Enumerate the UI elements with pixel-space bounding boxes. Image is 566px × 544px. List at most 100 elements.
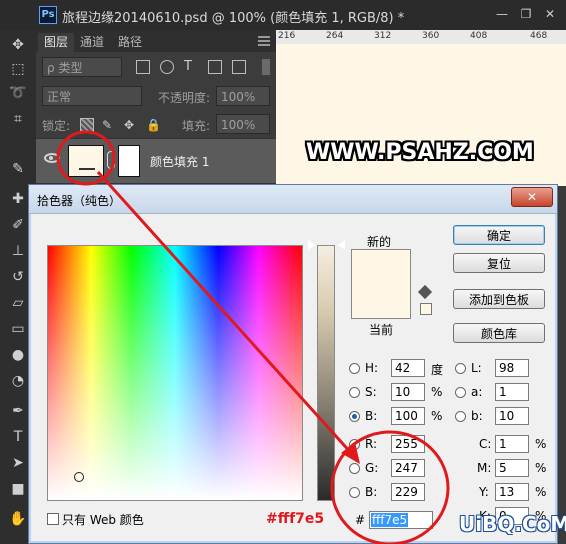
layer-mask-thumbnail[interactable] xyxy=(118,145,140,177)
rectangle-tool-icon[interactable]: ■ xyxy=(8,480,28,498)
b-brightness-input[interactable]: 100 xyxy=(391,407,425,425)
web-safe-swatch[interactable] xyxy=(420,303,432,315)
hue-slider[interactable] xyxy=(317,245,335,501)
image-filter-icon[interactable] xyxy=(136,60,150,74)
lasso-tool-icon[interactable]: ➰ xyxy=(8,84,28,102)
current-color-swatch[interactable] xyxy=(352,284,410,318)
c-input[interactable]: 1 xyxy=(495,435,529,453)
dialog-close-button[interactable]: ✕ xyxy=(511,187,553,207)
type-filter-icon[interactable]: T xyxy=(184,60,198,74)
path-select-icon[interactable]: ➤ xyxy=(8,454,28,472)
hex-input[interactable]: fff7e5 xyxy=(369,511,433,529)
dodge-tool-icon[interactable]: ◔ xyxy=(8,372,28,390)
crop-tool-icon[interactable]: ⌗ xyxy=(8,110,28,128)
smart-object-filter-icon[interactable] xyxy=(232,60,246,74)
radio-a[interactable] xyxy=(455,387,466,398)
shape-filter-icon[interactable] xyxy=(208,60,222,74)
radio-h[interactable] xyxy=(349,363,360,374)
type-tool-icon[interactable]: T xyxy=(8,428,28,446)
slider-left-arrow-icon[interactable] xyxy=(308,240,315,250)
ok-button[interactable]: 确定 xyxy=(453,225,545,245)
h-label: H: xyxy=(365,361,379,375)
fill-layer-thumbnail[interactable] xyxy=(68,145,104,177)
move-tool-icon[interactable]: ✥ xyxy=(8,36,28,54)
y-input[interactable]: 13 xyxy=(495,483,529,501)
g-label: G: xyxy=(365,461,379,475)
color-field-cursor[interactable] xyxy=(74,472,84,482)
y-label: Y: xyxy=(479,485,489,499)
radio-l[interactable] xyxy=(455,363,466,374)
opacity-label: 不透明度: xyxy=(158,91,211,105)
layer-name[interactable]: 颜色填充 1 xyxy=(150,153,209,170)
filter-toggle[interactable] xyxy=(262,59,270,75)
lock-position-icon[interactable]: ✥ xyxy=(124,118,138,132)
document-canvas[interactable]: WWW.PSAHZ.COM xyxy=(276,44,566,186)
tab-channels[interactable]: 通道 xyxy=(74,33,110,52)
s-input[interactable]: 10 xyxy=(391,383,425,401)
r-input[interactable]: 255 xyxy=(391,435,425,453)
l-input[interactable]: 98 xyxy=(495,359,529,377)
g-input[interactable]: 247 xyxy=(391,459,425,477)
l-label: L: xyxy=(471,361,482,375)
adjustment-filter-icon[interactable] xyxy=(160,60,174,74)
r-label: R: xyxy=(365,437,378,451)
h-input[interactable]: 42 xyxy=(391,359,425,377)
a-input[interactable]: 1 xyxy=(495,383,529,401)
filter-label: 类型 xyxy=(58,61,83,75)
panel-menu-icon[interactable] xyxy=(258,36,270,46)
eyedropper-tool-icon[interactable]: ✎ xyxy=(8,160,28,178)
radio-r[interactable] xyxy=(349,439,360,450)
pen-tool-icon[interactable]: ✒ xyxy=(8,402,28,420)
h-unit: 度 xyxy=(431,363,444,377)
web-colors-only-checkbox[interactable] xyxy=(47,513,59,525)
fill-input[interactable]: 100% xyxy=(216,114,270,134)
watermark-text: WWW.PSAHZ.COM xyxy=(306,140,534,165)
lock-all-icon[interactable]: 🔒 xyxy=(146,118,161,132)
layer-row-color-fill[interactable]: 颜色填充 1 xyxy=(36,138,276,184)
lock-transparent-icon[interactable] xyxy=(80,118,94,132)
m-input[interactable]: 5 xyxy=(495,459,529,477)
title-bar: Ps 旅程边缘20140610.psd @ 100% (颜色填充 1, RGB/… xyxy=(0,0,566,30)
hand-tool-icon[interactable]: ✋ xyxy=(8,510,28,528)
radio-g[interactable] xyxy=(349,463,360,474)
stamp-tool-icon[interactable]: ⊥ xyxy=(8,242,28,260)
rgb-b-input[interactable]: 229 xyxy=(391,483,425,501)
add-to-swatches-button[interactable]: 添加到色板 xyxy=(453,289,545,309)
marquee-tool-icon[interactable]: ⬚ xyxy=(8,60,28,78)
layer-filter-select[interactable]: ρ 类型 xyxy=(42,57,122,77)
out-of-gamut-cube-icon[interactable] xyxy=(417,284,433,300)
ruler-tick: 312 xyxy=(374,31,392,41)
healing-tool-icon[interactable]: ✚ xyxy=(8,190,28,208)
hex-annotation: #fff7e5 xyxy=(266,511,325,527)
slider-right-arrow-icon[interactable] xyxy=(338,240,345,250)
minimize-icon[interactable]: — xyxy=(494,6,510,22)
m-label: M: xyxy=(477,461,492,475)
reset-button[interactable]: 复位 xyxy=(453,253,545,273)
rgb-b-label: B: xyxy=(365,485,378,499)
opacity-input[interactable]: 100% xyxy=(216,86,270,106)
tab-paths[interactable]: 路径 xyxy=(112,33,148,52)
tab-layers[interactable]: 图层 xyxy=(38,33,75,52)
gradient-tool-icon[interactable]: ▭ xyxy=(8,320,28,338)
lock-pixels-icon[interactable]: ✎ xyxy=(102,118,116,132)
color-field[interactable] xyxy=(47,245,303,501)
radio-lab-b[interactable] xyxy=(455,411,466,422)
s-label: S: xyxy=(365,385,377,399)
restore-icon[interactable]: ❐ xyxy=(518,6,534,22)
eraser-tool-icon[interactable]: ▱ xyxy=(8,294,28,312)
radio-b-brightness[interactable] xyxy=(349,411,360,422)
blend-mode-select[interactable]: 正常 xyxy=(42,86,142,106)
close-icon[interactable]: ✕ xyxy=(542,6,558,22)
radio-s[interactable] xyxy=(349,387,360,398)
history-brush-icon[interactable]: ↺ xyxy=(8,268,28,286)
blur-tool-icon[interactable]: ● xyxy=(8,346,28,364)
color-libraries-button[interactable]: 颜色库 xyxy=(453,323,545,343)
chain-link-icon[interactable] xyxy=(107,151,115,169)
search-icon: ρ xyxy=(47,61,59,75)
ruler-tick: 468 xyxy=(530,31,548,41)
lab-b-input[interactable]: 10 xyxy=(495,407,529,425)
brush-tool-icon[interactable]: ✐ xyxy=(8,216,28,234)
dialog-title: 拾色器（纯色） xyxy=(37,194,122,208)
radio-rgb-b[interactable] xyxy=(349,487,360,498)
dialog-title-bar[interactable]: 拾色器（纯色） ✕ xyxy=(29,185,557,214)
